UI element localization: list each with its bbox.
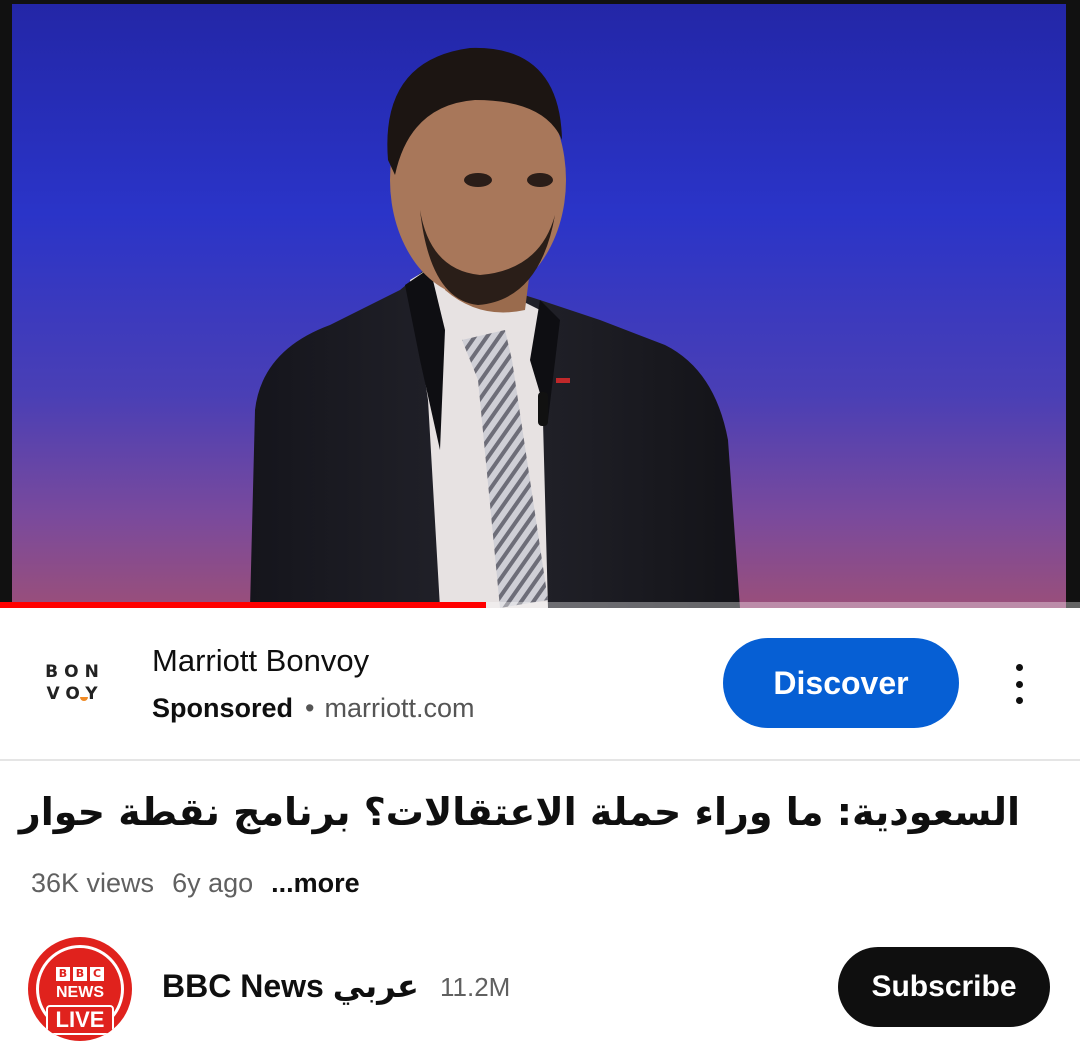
sponsored-label: Sponsored [152, 693, 294, 723]
logo-text-line-1: BON [45, 662, 105, 682]
bbc-block-1: B [56, 967, 70, 981]
advertiser-logo[interactable]: BON VOY [34, 648, 116, 714]
more-vert-icon[interactable] [1002, 660, 1036, 708]
dot-top [1015, 664, 1023, 671]
video-stats[interactable]: 36K views 6y ago ...more [31, 868, 360, 899]
logo-text-line-2: VOY [46, 684, 104, 704]
subscribe-button[interactable]: Subscribe [838, 947, 1050, 1027]
video-frame [0, 0, 1080, 608]
channel-name[interactable]: BBC News عربي [162, 967, 419, 1005]
video-title[interactable]: السعودية: ما وراء حملة الاعتقالات؟ برنام… [19, 790, 1020, 834]
dot-middle [1015, 680, 1023, 688]
subscriber-count: 11.2M [440, 972, 511, 1002]
bbc-block-3: C [90, 967, 104, 981]
section-divider [0, 759, 1080, 761]
ad-meta: Sponsored • marriott.com [152, 693, 475, 724]
view-count: 36K views [31, 868, 155, 898]
discover-button[interactable]: Discover [723, 638, 959, 728]
advertiser-name[interactable]: Marriott Bonvoy [152, 643, 369, 679]
live-badge: LIVE [46, 1005, 114, 1035]
news-word: NEWS [56, 984, 104, 1001]
dot-bottom [1015, 697, 1023, 704]
more-link[interactable]: ...more [271, 868, 360, 898]
bbc-logo: B B C [56, 967, 104, 981]
upload-age: 6y ago [172, 868, 254, 898]
ad-domain[interactable]: marriott.com [324, 693, 474, 723]
video-player[interactable] [0, 0, 1080, 608]
channel-avatar[interactable]: B B C NEWS LIVE [28, 937, 132, 1041]
bbc-block-2: B [73, 967, 87, 981]
meta-separator: • [305, 693, 315, 723]
